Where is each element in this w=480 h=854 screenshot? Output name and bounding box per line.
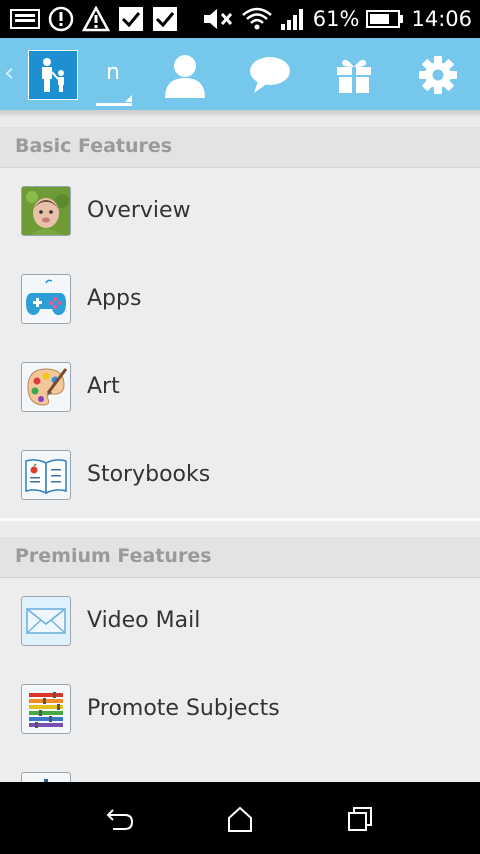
section-divider <box>0 518 480 521</box>
signal-icon <box>280 7 306 31</box>
home-icon[interactable] <box>220 802 260 836</box>
check-icon <box>152 6 178 32</box>
app-header: ‹ n <box>0 38 480 110</box>
list-item-overview[interactable]: Overview <box>0 168 480 257</box>
mute-icon <box>202 7 234 31</box>
gift-icon[interactable] <box>330 52 378 98</box>
sliders-icon <box>21 684 71 734</box>
check-icon <box>118 6 144 32</box>
list-item-apps[interactable]: Apps <box>0 256 480 345</box>
gamepad-icon <box>21 274 71 324</box>
list-item-label: Apps <box>87 286 142 311</box>
list-item-promote-subjects[interactable]: Promote Subjects <box>0 666 480 755</box>
list-item-label: Art <box>87 374 120 399</box>
list-item-label: Overview <box>87 198 191 223</box>
tab-current[interactable]: n <box>96 38 132 110</box>
section-title: Premium Features <box>15 545 212 567</box>
list-item-video-mail[interactable]: Video Mail <box>0 578 480 667</box>
profile-icon[interactable] <box>161 52 209 98</box>
tab-dropdown-indicator <box>125 95 132 102</box>
screen-icon <box>10 8 40 30</box>
palette-icon <box>21 362 71 412</box>
status-bar: 61% 14:06 <box>0 0 480 38</box>
section-header-basic: Basic Features <box>0 127 480 168</box>
baby-photo-icon <box>21 186 71 236</box>
tab-current-label: n <box>106 60 120 85</box>
section-title: Basic Features <box>15 135 173 157</box>
warning-icon <box>82 6 110 32</box>
list-item-label: Video Mail <box>87 608 201 633</box>
header-shadow <box>0 110 480 118</box>
book-icon <box>21 450 71 500</box>
wifi-icon <box>241 6 273 32</box>
list-item-storybooks[interactable]: Storybooks <box>0 432 480 521</box>
section-header-premium: Premium Features <box>0 537 480 578</box>
battery-percent: 61% <box>312 7 360 31</box>
tab-indicator <box>96 103 132 106</box>
back-chevron-icon[interactable]: ‹ <box>4 58 14 88</box>
system-nav-bar <box>0 782 480 854</box>
settings-icon[interactable] <box>414 52 462 98</box>
chat-icon[interactable] <box>246 52 294 98</box>
clock: 14:06 <box>411 7 472 31</box>
list-item-label: Promote Subjects <box>87 696 280 721</box>
list-item-label: Storybooks <box>87 462 211 487</box>
family-icon[interactable] <box>28 50 78 100</box>
list-item-art[interactable]: Art <box>0 344 480 433</box>
battery-icon <box>366 8 404 30</box>
back-icon[interactable] <box>100 802 140 836</box>
envelope-icon <box>21 596 71 646</box>
alert-circle-icon <box>48 6 74 32</box>
recents-icon[interactable] <box>340 802 380 836</box>
